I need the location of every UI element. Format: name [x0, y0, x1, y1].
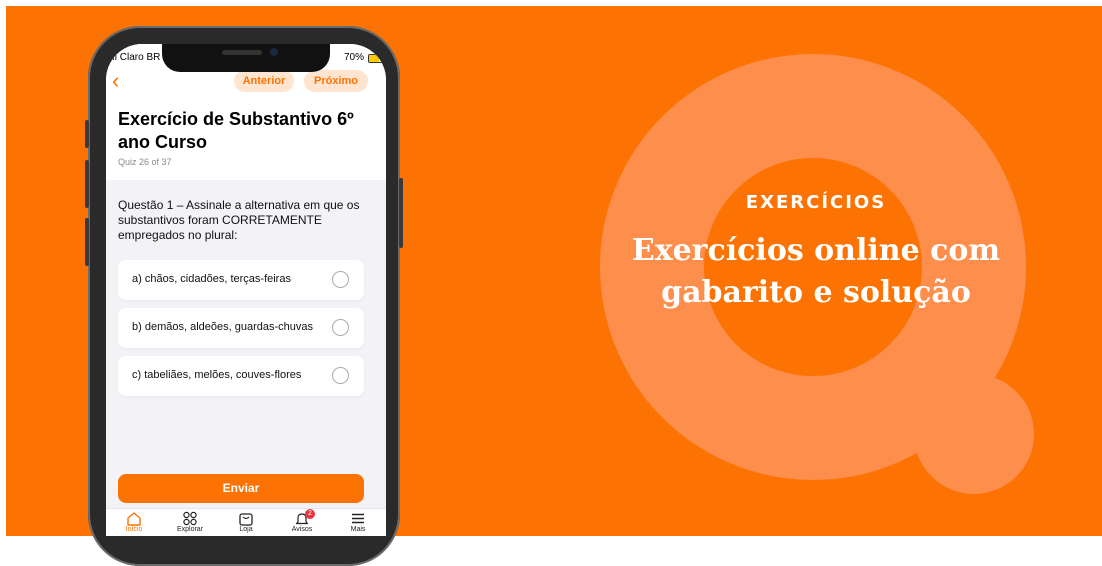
status-carrier: ıl Claro BR — [112, 52, 161, 63]
phone-volume-up — [85, 160, 89, 208]
tab-label: Explorar — [176, 526, 204, 533]
phone-volume-down — [85, 218, 89, 266]
answer-option-b[interactable]: b) demãos, aldeões, guardas-chuvas — [118, 308, 364, 348]
tab-label: Mais — [350, 526, 366, 533]
battery-icon — [368, 54, 384, 63]
radio-button[interactable] — [332, 271, 349, 288]
phone-notch — [162, 44, 330, 72]
phone-speaker — [222, 50, 262, 55]
previous-button[interactable]: Anterior — [234, 70, 294, 92]
q-letter-tail — [914, 374, 1034, 494]
tab-explorar[interactable]: Explorar — [162, 511, 218, 533]
tab-label: Avisos — [291, 526, 313, 533]
question-text: Questão 1 – Assinale a alternativa em qu… — [118, 198, 360, 242]
phone-power-button — [399, 178, 403, 248]
tab-loja[interactable]: Loja — [218, 511, 274, 533]
banner-headline: Exercícios online com gabarito e solução — [596, 230, 1036, 314]
home-icon — [127, 512, 141, 526]
tab-mais[interactable]: Mais — [330, 511, 386, 533]
menu-icon — [352, 513, 364, 524]
tab-inicio[interactable]: Início — [106, 511, 162, 533]
option-label: c) tabeliães, melões, couves-flores — [132, 369, 302, 381]
radio-button[interactable] — [332, 319, 349, 336]
phone-mute-switch — [85, 120, 89, 148]
phone-screen: ıl Claro BR 70% ‹ Anterior Próximo Exerc… — [106, 44, 386, 536]
quiz-progress: Quiz 26 of 37 — [118, 157, 172, 167]
grid-icon — [183, 511, 197, 526]
status-battery-text: 70% — [344, 52, 365, 63]
banner-eyebrow: EXERCÍCIOS — [745, 192, 887, 213]
headline-line-2: gabarito e solução — [661, 275, 971, 310]
store-icon — [239, 513, 253, 526]
tab-label: Loja — [239, 526, 253, 533]
answer-option-a[interactable]: a) chãos, cidadões, terças-feiras — [118, 260, 364, 300]
tab-label: Início — [125, 526, 143, 533]
answer-option-c[interactable]: c) tabeliães, melões, couves-flores — [118, 356, 364, 396]
tab-avisos[interactable]: 2 Avisos — [274, 509, 330, 533]
tab-bar: Início Explorar Loja 2 Avisos Mais — [106, 508, 386, 536]
quiz-title: Exercício de Substantivo 6º ano Curso — [118, 109, 354, 152]
submit-button[interactable]: Enviar — [118, 474, 364, 503]
signal-icon: ıl — [112, 52, 120, 63]
next-button[interactable]: Próximo — [304, 70, 368, 92]
option-label: b) demãos, aldeões, guardas-chuvas — [132, 321, 313, 333]
chevron-left-icon[interactable]: ‹ — [112, 70, 119, 92]
notification-badge: 2 — [305, 509, 315, 519]
option-label: a) chãos, cidadões, terças-feiras — [132, 273, 291, 285]
radio-button[interactable] — [332, 367, 349, 384]
phone-camera — [270, 48, 278, 56]
headline-line-1: Exercícios online com — [631, 233, 1001, 268]
